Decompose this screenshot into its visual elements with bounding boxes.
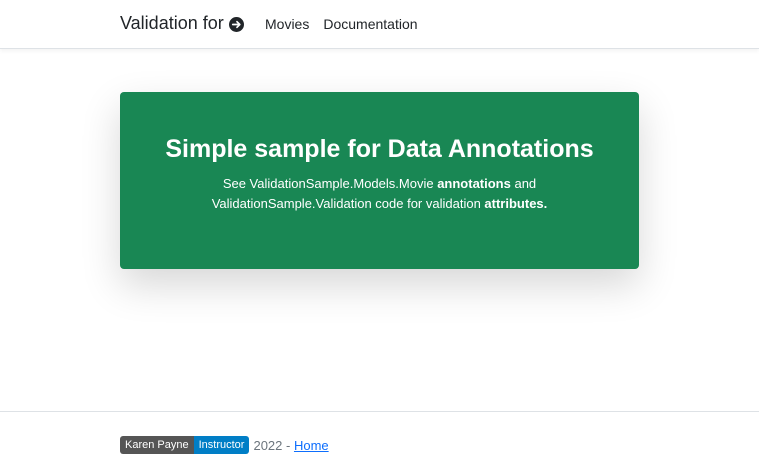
- hero-description: See ValidationSample.Models.Movie annota…: [160, 174, 599, 214]
- hero-text-bold2: attributes.: [484, 196, 548, 211]
- badge-role: Instructor: [193, 436, 250, 454]
- brand-link[interactable]: Validation for: [120, 13, 244, 34]
- home-link[interactable]: Home: [294, 438, 329, 453]
- hero-card: Simple sample for Data Annotations See V…: [120, 92, 639, 269]
- page-footer: Karen Payne Instructor 2022 - Home: [0, 411, 759, 474]
- hero-text-bold1: annotations: [437, 176, 511, 191]
- badge-name: Karen Payne: [120, 436, 194, 454]
- nav-links: Movies Documentation: [265, 16, 418, 32]
- hero-text-part1: See ValidationSample.Models.Movie: [222, 176, 438, 191]
- arrow-right-circle-icon: [228, 17, 244, 32]
- footer-year: 2022 -: [253, 437, 294, 453]
- top-navbar: Validation for Movies Documentation: [0, 0, 759, 49]
- footer-content: Karen Payne Instructor 2022 - Home: [120, 436, 329, 454]
- nav-link-documentation[interactable]: Documentation: [323, 16, 417, 32]
- hero-title: Simple sample for Data Annotations: [165, 135, 594, 163]
- brand-label: Validation for: [120, 13, 224, 33]
- nav-link-movies[interactable]: Movies: [265, 16, 309, 32]
- author-badge: Karen Payne Instructor: [120, 436, 250, 454]
